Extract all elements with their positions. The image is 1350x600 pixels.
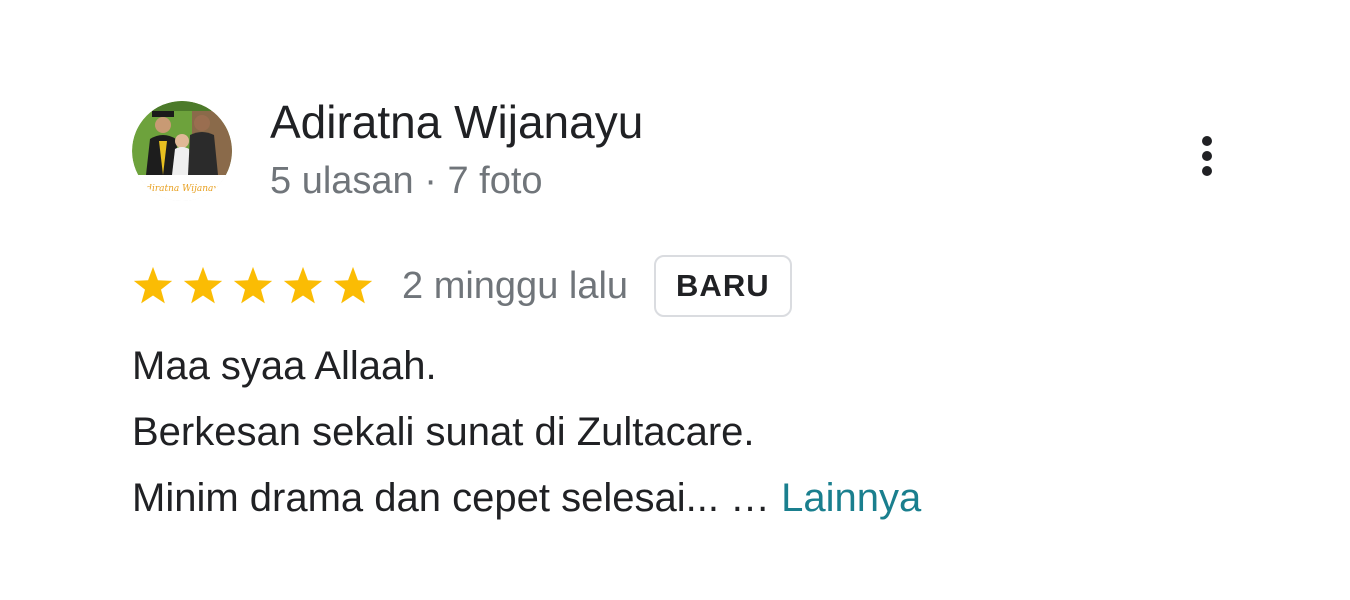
review-line-last: Minim drama dan cepet selesai... … Lainn… bbox=[132, 465, 921, 531]
new-badge: BARU bbox=[654, 255, 792, 317]
avatar-photo: Adiratna Wijanayu bbox=[132, 101, 232, 201]
reviewer-name[interactable]: Adiratna Wijanayu bbox=[270, 94, 643, 150]
more-options-button[interactable] bbox=[1188, 130, 1228, 182]
star-icon bbox=[233, 266, 273, 304]
avatar[interactable]: Adiratna Wijanayu bbox=[132, 101, 232, 201]
star-icon bbox=[183, 266, 223, 304]
review-date: 2 minggu lalu bbox=[402, 264, 629, 307]
star-icon bbox=[283, 266, 323, 304]
review-line: Berkesan sekali sunat di Zultacare. bbox=[132, 410, 755, 454]
more-link[interactable]: Lainnya bbox=[781, 476, 921, 520]
star-rating bbox=[132, 265, 382, 307]
review-line: Maa syaa Allaah. bbox=[132, 344, 437, 388]
avatar-caption: Adiratna Wijanayu bbox=[139, 184, 225, 194]
star-icon bbox=[333, 266, 373, 304]
star-icon bbox=[133, 266, 173, 304]
review-line-text: Minim drama dan cepet selesai... … bbox=[132, 476, 771, 520]
rating-row: 2 minggu lalu BARU bbox=[132, 254, 792, 318]
review-text: Maa syaa Allaah. Berkesan sekali sunat d… bbox=[132, 333, 921, 531]
reviewer-meta: 5 ulasan · 7 foto bbox=[270, 160, 543, 202]
review-card: Adiratna Wijanayu Adiratna Wijanayu 5 ul… bbox=[0, 0, 1350, 600]
